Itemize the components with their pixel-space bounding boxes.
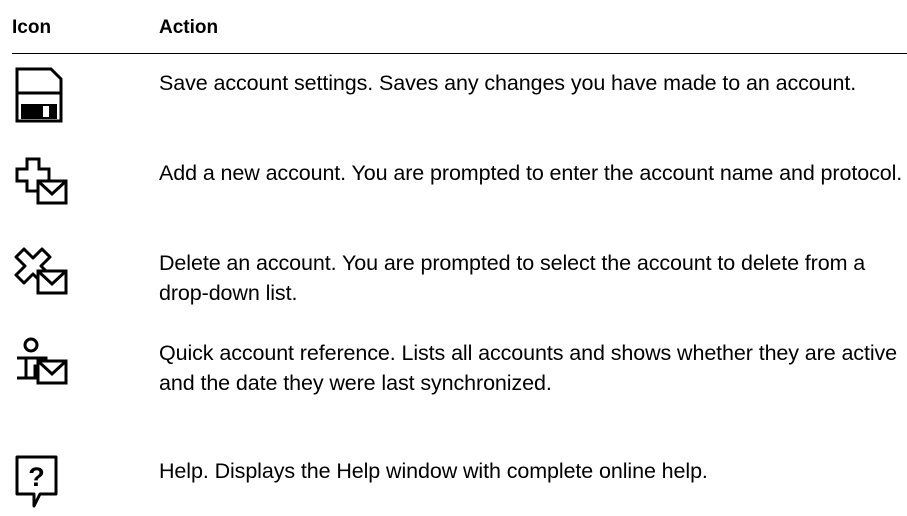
header-action-column: Action — [159, 17, 219, 38]
row-action-text: Help. Displays the Help window with comp… — [159, 459, 708, 483]
save-disk-icon — [14, 66, 84, 123]
header-icon-column: Icon — [12, 17, 52, 38]
help-icon: ? — [14, 454, 84, 508]
add-account-icon — [14, 156, 84, 206]
icon-action-table: Icon Action Save account settings. Saves… — [12, 0, 907, 508]
row-action-text: Save account settings. Saves any changes… — [159, 71, 857, 95]
row-action-text: Delete an account. You are prompted to s… — [159, 251, 866, 305]
svg-text:?: ? — [28, 462, 45, 492]
delete-account-icon — [14, 246, 84, 296]
table-header: Icon Action — [12, 0, 907, 54]
row-action-text: Add a new account. You are prompted to e… — [159, 161, 903, 185]
row-action-text: Quick account reference. Lists all accou… — [159, 341, 898, 395]
account-reference-icon — [14, 336, 84, 386]
